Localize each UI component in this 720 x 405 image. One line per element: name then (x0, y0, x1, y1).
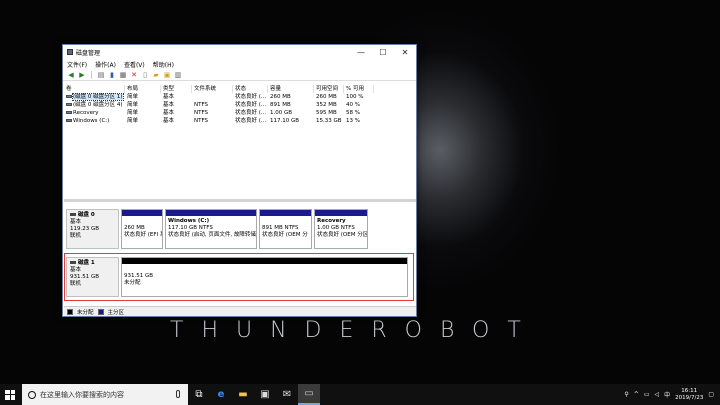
column-percent-free[interactable]: % 可用 (344, 85, 374, 93)
close-button[interactable]: ✕ (394, 45, 416, 59)
expand-icon[interactable]: ▣ (163, 71, 171, 79)
disk-management-window: 磁盘管理 — ☐ ✕ 文件(F) 操作(A) 查看(V) 帮助(H) ◀ ▶ ▤… (62, 44, 417, 317)
partition-unallocated[interactable]: 931.51 GB 未分配 (121, 257, 408, 297)
microphone-icon[interactable] (176, 390, 180, 398)
table-row[interactable]: Recovery 简单 基本 NTFS 状态良好 (... 1.00 GB 59… (64, 109, 416, 117)
store-icon[interactable]: ▣ (254, 384, 276, 405)
window-title: 磁盘管理 (76, 49, 101, 57)
people-icon[interactable]: ⚲ (624, 391, 628, 398)
disk-icon (70, 213, 76, 216)
clock[interactable]: 16:11 2019/7/23 (675, 388, 703, 402)
disk-icon (70, 261, 76, 264)
partition-windows-c[interactable]: Windows (C:) 117.10 GB NTFS 状态良好 (启动, 页面… (165, 209, 257, 249)
title-bar[interactable]: 磁盘管理 — ☐ ✕ (63, 45, 416, 59)
legend-primary: 主分区 (107, 309, 125, 316)
toolbar: ◀ ▶ ▤ ▮ ▦ ✕ ▯ ▰ ▣ ▥ (63, 69, 416, 81)
volume-icon (66, 103, 72, 106)
menu-action[interactable]: 操作(A) (95, 60, 116, 69)
column-layout[interactable]: 布局 (125, 85, 161, 93)
legend-swatch-primary (97, 308, 104, 315)
minimize-button[interactable]: — (350, 45, 372, 59)
folder-icon[interactable]: ▰ (152, 71, 160, 79)
cortana-icon (28, 390, 36, 399)
system-tray: ⚲ ^ ▭ ◁ 中 16:11 2019/7/23 ▢ (624, 384, 720, 405)
volume-icon (66, 111, 72, 114)
table-row[interactable]: Windows (C:) 简单 基本 NTFS 状态良好 (... 117.10… (64, 117, 416, 125)
maximize-button[interactable]: ☐ (372, 45, 394, 59)
properties-icon[interactable]: ▯ (141, 71, 149, 79)
legend-unallocated: 未分配 (77, 309, 94, 316)
grid-icon[interactable]: ▦ (119, 71, 127, 79)
legend: 未分配 主分区 (64, 306, 416, 316)
clock-time: 16:11 (681, 387, 698, 394)
column-capacity[interactable]: 容量 (268, 85, 314, 93)
back-icon[interactable]: ◀ (67, 71, 75, 79)
show-hidden-icons[interactable]: ^ (634, 391, 639, 398)
task-view-icon[interactable]: ⧉ (188, 384, 210, 405)
volume-list: 卷 布局 类型 文件系统 状态 容量 可用空间 % 可用 (磁盘 0 磁盘分区 … (64, 85, 416, 202)
view-icon[interactable]: ▥ (174, 71, 182, 79)
disk-management-taskbar-icon[interactable]: ▭ (298, 384, 320, 405)
mail-icon[interactable]: ✉ (276, 384, 298, 405)
menu-help[interactable]: 帮助(H) (153, 60, 174, 69)
volume-icon (66, 119, 72, 122)
column-type[interactable]: 类型 (161, 85, 192, 93)
partition-efi[interactable]: 260 MB 状态良好 (EFI 系 (121, 209, 163, 249)
column-free-space[interactable]: 可用空间 (314, 85, 344, 93)
file-explorer-icon[interactable]: ▬ (232, 384, 254, 405)
table-row[interactable]: (磁盘 0 磁盘分区 4) 简单 基本 NTFS 状态良好 (... 891 M… (64, 101, 416, 109)
volume-icon (66, 95, 72, 98)
taskbar: 在这里输入你要搜索的内容 ⧉ e ▬ ▣ ✉ ▭ ⚲ ^ ▭ ◁ 中 16:11… (0, 384, 720, 405)
list-icon[interactable]: ▤ (97, 71, 105, 79)
windows-logo-icon (5, 389, 15, 400)
disk-1-label[interactable]: 磁盘 1 基本 931.51 GB 联机 (66, 257, 119, 297)
edge-icon[interactable]: e (210, 384, 232, 405)
search-placeholder: 在这里输入你要搜索的内容 (40, 390, 124, 399)
help-icon[interactable]: ▮ (108, 71, 116, 79)
notifications-icon[interactable]: ▢ (708, 391, 714, 398)
disk-management-icon (67, 49, 73, 55)
taskbar-search[interactable]: 在这里输入你要搜索的内容 (22, 384, 188, 405)
partition-recovery[interactable]: Recovery 1.00 GB NTFS 状态良好 (OEM 分区 (314, 209, 368, 249)
toolbar-separator (91, 70, 92, 79)
volume-list-header: 卷 布局 类型 文件系统 状态 容量 可用空间 % 可用 (64, 85, 416, 93)
disk-graphical-view: 磁盘 0 基本 119.23 GB 联机 260 MB 状态良好 (EFI 系 … (64, 205, 416, 305)
legend-swatch-unallocated (67, 308, 73, 315)
column-volume[interactable]: 卷 (64, 85, 125, 93)
disk-0-label[interactable]: 磁盘 0 基本 119.23 GB 联机 (66, 209, 119, 249)
menu-bar: 文件(F) 操作(A) 查看(V) 帮助(H) (63, 59, 416, 69)
menu-file[interactable]: 文件(F) (67, 60, 87, 69)
table-row[interactable]: (磁盘 0 磁盘分区 1) 简单 基本 状态良好 (... 260 MB 260… (64, 93, 416, 101)
volume-icon[interactable]: ◁ (654, 391, 659, 398)
delete-icon[interactable]: ✕ (130, 71, 138, 79)
start-button[interactable] (0, 384, 20, 405)
ime-indicator[interactable]: 中 (664, 390, 670, 399)
desktop-wordmark: THUNDEROBOT (170, 318, 539, 343)
clock-date: 2019/7/23 (675, 394, 704, 401)
network-icon[interactable]: ▭ (644, 391, 650, 398)
forward-icon[interactable]: ▶ (78, 71, 86, 79)
column-status[interactable]: 状态 (233, 85, 268, 93)
column-filesystem[interactable]: 文件系统 (192, 85, 233, 93)
partition-oem[interactable]: 891 MB NTFS 状态良好 (OEM 分 (259, 209, 312, 249)
menu-view[interactable]: 查看(V) (124, 60, 145, 69)
